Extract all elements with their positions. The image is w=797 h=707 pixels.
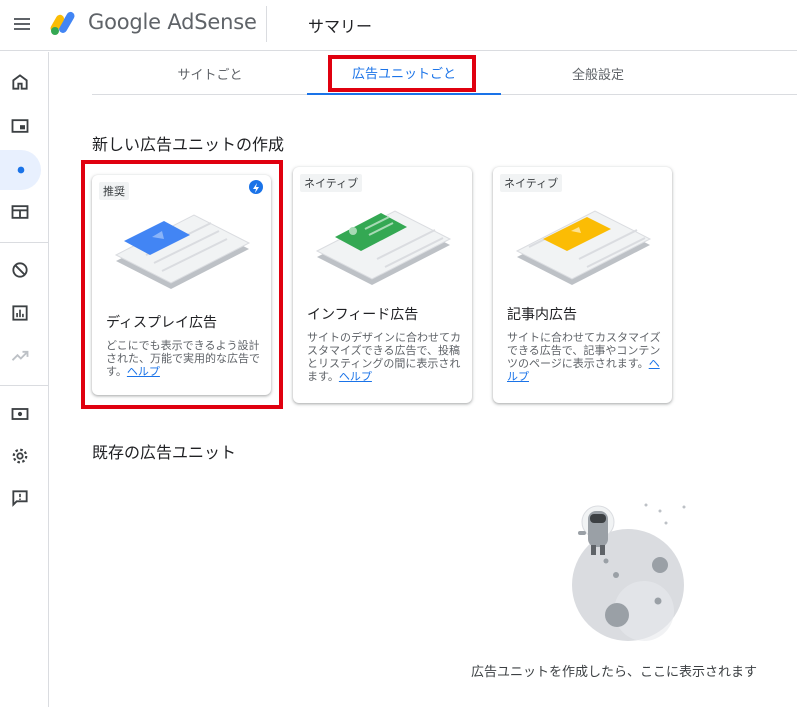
card-description: サイトのデザインに合わせてカスタマイズできる広告で、投稿とリスティングの間に表示… [307,331,461,383]
nav-sites[interactable] [0,106,40,146]
block-icon [12,262,28,278]
tab-general-settings[interactable]: 全般設定 [520,52,676,95]
web-icon [11,119,29,133]
trending-up-icon [11,350,29,361]
in-feed-ad-card[interactable]: ネイティブ インフィード広告 サイトのデザインに合わせてカスタマイズできる広告で… [293,167,472,403]
card-tag: ネイティブ [300,174,363,192]
nav-payments[interactable] [0,394,40,434]
payments-icon [11,408,29,420]
existing-ad-units-heading: 既存の広告ユニット [92,443,237,462]
ads-dot-icon [17,166,24,174]
in-article-ad-card[interactable]: ネイティブ 記事内広告 サイトに合わせてカスタマイズできる広告で、記事やコンテン… [493,167,672,403]
nav-home[interactable] [0,62,40,102]
card-title: インフィード広告 [307,307,419,323]
display-ad-illustration [114,214,251,289]
card-description: どこにでも表示できるよう設計された、万能で実用的な広告です。ヘルプ [106,339,260,378]
nav-blocking[interactable] [0,192,40,232]
new-ad-unit-heading: 新しい広告ユニットの作成 [92,135,285,154]
nav-reports[interactable] [0,293,40,333]
tab-bar: サイトごと 広告ユニットごと 全般設定 [92,52,797,95]
bar-chart-icon [12,305,28,321]
header-divider [266,6,267,42]
nav-optimization[interactable] [0,336,40,376]
rail-divider [0,385,48,386]
tab-by-ad-unit[interactable]: 広告ユニットごと [307,52,501,95]
home-icon [12,74,28,90]
page-title: サマリー [308,17,373,36]
in-feed-ad-illustration [315,210,452,285]
bolt-icon [249,180,263,194]
adsense-logo-icon [50,11,75,35]
card-title: ディスプレイ広告 [106,315,218,331]
nav-block-controls[interactable] [0,250,40,290]
nav-settings[interactable] [0,436,40,476]
help-link[interactable]: ヘルプ [339,370,372,383]
card-tag: ネイティブ [500,174,563,192]
top-app-bar: Google AdSense サマリー [0,0,797,51]
card-tag: 推奨 [99,182,129,200]
tab-by-site[interactable]: サイトごと [132,52,288,95]
brand-name: Google AdSense [88,10,257,34]
empty-state-message: 広告ユニットを作成したら、ここに表示されます [471,665,758,680]
feedback-icon [12,490,28,507]
help-link[interactable]: ヘルプ [127,365,160,378]
astronaut-moon-illustration [572,503,686,641]
nav-ads[interactable] [0,150,41,190]
gear-icon [12,448,28,464]
display-ad-card[interactable]: 推奨 ディスプレイ広告 どこにでも表示できるよう設計された、万能で実用的な広告で… [92,175,271,395]
nav-feedback[interactable] [0,478,40,518]
navigation-rail [0,52,49,707]
layout-icon [11,205,29,219]
card-title: 記事内広告 [507,307,577,323]
rail-divider [0,242,48,243]
in-article-ad-illustration [515,210,652,285]
card-description: サイトに合わせてカスタマイズできる広告で、記事やコンテンツのページに表示されます… [507,331,661,383]
menu-icon[interactable] [9,11,35,37]
